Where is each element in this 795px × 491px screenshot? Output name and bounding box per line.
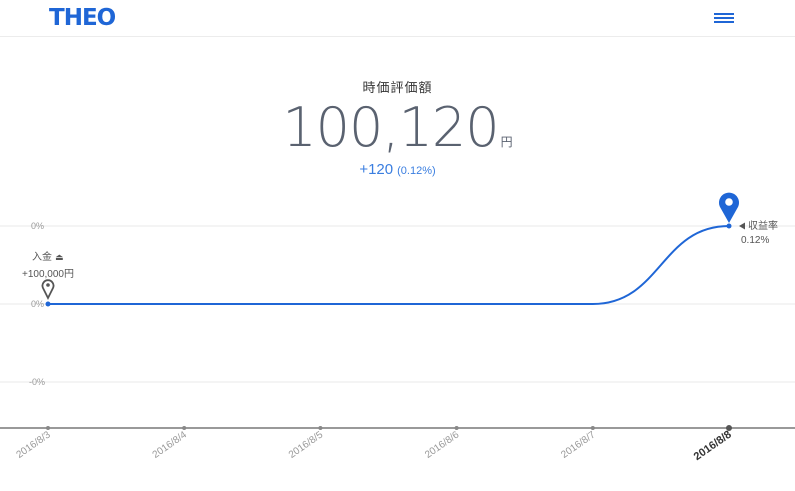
- return-rate-label: 収益率: [748, 219, 778, 232]
- data-point: [45, 301, 51, 307]
- deposit-amount: +100,000円: [22, 269, 74, 280]
- x-tick-label: 2016/8/6: [423, 429, 462, 461]
- data-point: [726, 223, 732, 229]
- return-rate-value: 0.12%: [741, 235, 769, 246]
- gain-display: +120 (0.12%): [0, 161, 795, 178]
- y-tick-label: 0%: [31, 299, 44, 309]
- map-pin-outline-icon: [41, 279, 55, 301]
- x-tick-mark: [590, 426, 595, 430]
- gain-percent: (0.12%): [397, 165, 436, 177]
- hamburger-menu-icon[interactable]: [712, 9, 736, 27]
- menu-bar: [714, 13, 734, 15]
- valuation-unit: 円: [500, 135, 513, 149]
- map-pin-filled-icon[interactable]: [719, 192, 739, 223]
- menu-bar: [714, 17, 734, 19]
- deposit-label: 入金 ⏏: [32, 250, 64, 263]
- return-rate-pointer-icon: [739, 222, 745, 230]
- x-tick-mark: [454, 426, 459, 430]
- menu-bar: [714, 21, 734, 23]
- x-tick-label: 2016/8/8: [692, 429, 734, 463]
- performance-chart: 0% 0% -0% 2016/8/3 2016/8/4 2016/8/5 2016/8…: [0, 192, 795, 463]
- theo-logo[interactable]: THEO: [49, 5, 116, 31]
- valuation-value: 100,120 円: [0, 96, 795, 159]
- y-tick-label: 0%: [31, 221, 44, 231]
- gain-amount: +120: [359, 161, 394, 178]
- app-header: THEO: [0, 0, 795, 37]
- y-tick-label: -0%: [29, 377, 45, 387]
- x-tick-label: 2016/8/5: [287, 429, 326, 461]
- x-tick-label: 2016/8/7: [559, 429, 598, 461]
- series-line: [48, 225, 730, 305]
- valuation-amount: 100,120: [282, 96, 499, 159]
- x-tick-label: 2016/8/3: [15, 429, 54, 461]
- deposit-icon: ⏏: [55, 252, 64, 262]
- valuation-label: 時価評価額: [362, 80, 433, 95]
- x-tick-label: 2016/8/4: [151, 429, 190, 461]
- x-tick-mark: [182, 426, 187, 430]
- x-tick-mark: [46, 426, 50, 430]
- x-tick-mark: [318, 426, 323, 430]
